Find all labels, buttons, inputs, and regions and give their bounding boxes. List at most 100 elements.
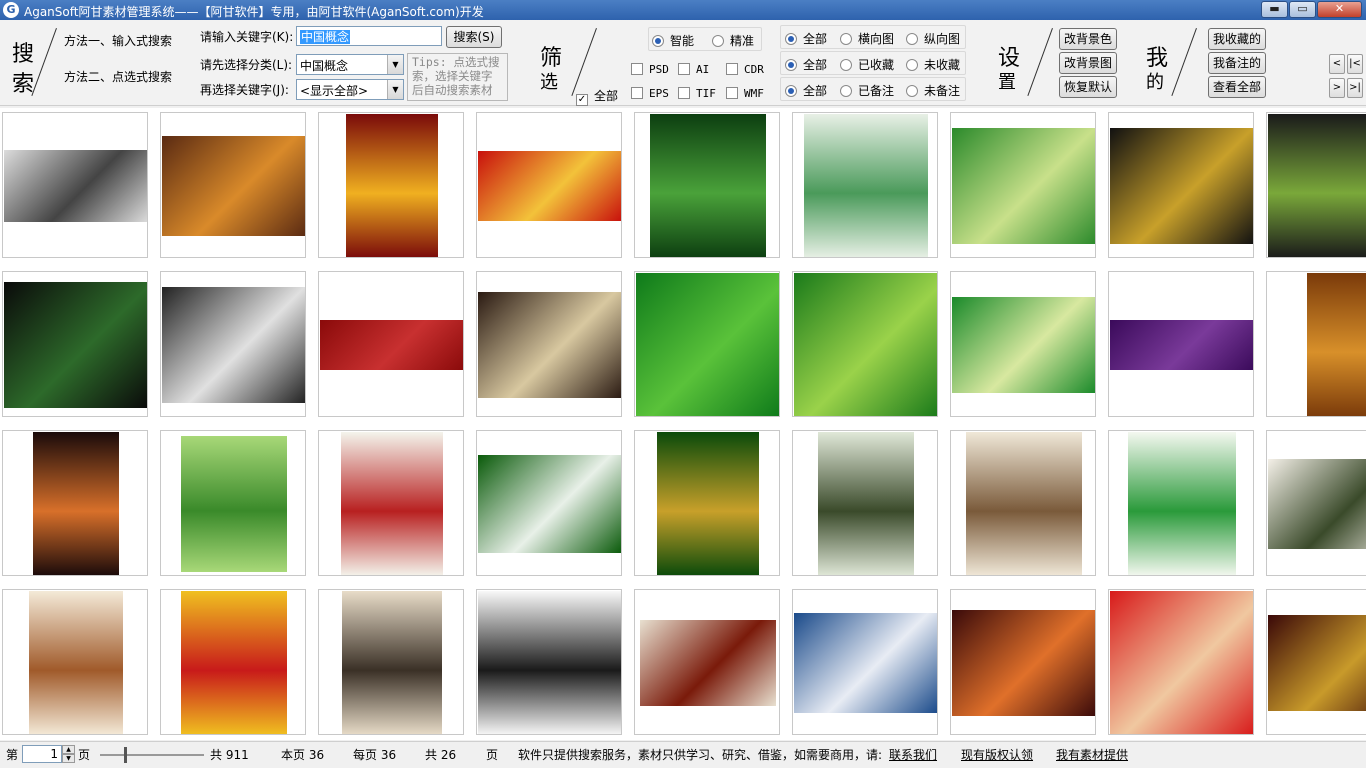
title-bar[interactable]: G AganSoft阿甘素材管理系统——【阿甘软件】专用，由阿甘软件(AganS… [0, 0, 1366, 20]
thumbnail-cell[interactable] [476, 271, 622, 417]
thumbnail-cell[interactable] [792, 430, 938, 576]
maximize-button[interactable]: ▭ [1289, 1, 1316, 18]
thumbnail-image-purple-strip [1110, 320, 1253, 370]
submit-material-link[interactable]: 我有素材提供 [1056, 746, 1128, 763]
first-page-button[interactable]: |< [1347, 54, 1363, 74]
thumbnail-cell[interactable] [1108, 112, 1254, 258]
thumbnail-cell[interactable] [1108, 589, 1254, 735]
orientation-all-radio[interactable]: 全部 [785, 30, 827, 47]
thumbnail-cell[interactable] [318, 589, 464, 735]
thumbnail-cell[interactable] [476, 112, 622, 258]
chevron-down-icon[interactable]: ▼ [387, 55, 403, 74]
change-bg-color-button[interactable]: 改背景色 [1059, 28, 1117, 50]
zoom-slider[interactable] [100, 754, 204, 756]
thumbnail-cell[interactable] [634, 271, 780, 417]
prev-page-button[interactable]: < [1329, 54, 1345, 74]
mode-exact-radio[interactable]: 精准 [712, 32, 754, 49]
radio-indicator [785, 33, 797, 45]
thumbnail-cell[interactable] [950, 271, 1096, 417]
format-wmf-checkbox[interactable]: WMF [726, 87, 764, 100]
thumbnail-cell[interactable] [160, 271, 306, 417]
thumbnail-cell[interactable] [792, 589, 938, 735]
thumbnail-image-green-board [1128, 432, 1236, 575]
format-ai-checkbox[interactable]: AI [678, 63, 709, 76]
thumbnail-cell[interactable] [1108, 271, 1254, 417]
thumbnail-image-red-strip [320, 320, 463, 370]
thumbnail-image-black-box [4, 282, 147, 408]
thumbnail-image-dark-menu [478, 292, 621, 398]
search-divider [31, 28, 57, 96]
spin-up-icon[interactable]: ▲ [62, 745, 75, 754]
mode-smart-radio[interactable]: 智能 [652, 32, 694, 49]
thumbnail-image-red-sky [952, 610, 1095, 716]
thumbnail-cell[interactable] [1266, 112, 1366, 258]
minimize-button[interactable]: ▬ [1261, 1, 1288, 18]
checkbox-box [726, 87, 738, 99]
thumbnail-cell[interactable] [792, 271, 938, 417]
thumbnail-cell[interactable] [2, 589, 148, 735]
thumbnail-cell[interactable] [634, 112, 780, 258]
thumbnail-cell[interactable] [634, 430, 780, 576]
format-cdr-checkbox[interactable]: CDR [726, 63, 764, 76]
thumbnail-cell[interactable] [1108, 430, 1254, 576]
thumbnail-cell[interactable] [160, 589, 306, 735]
thumbnail-cell[interactable] [476, 430, 622, 576]
spin-down-icon[interactable]: ▼ [62, 754, 75, 763]
thumbnail-image-gold-box [1110, 128, 1253, 244]
favorite-all-radio[interactable]: 全部 [785, 56, 827, 73]
my-favorites-button[interactable]: 我收藏的 [1208, 28, 1266, 50]
thumbnail-cell[interactable] [1266, 589, 1366, 735]
note-no-radio[interactable]: 未备注 [906, 82, 960, 99]
format-tif-checkbox[interactable]: TIF [678, 87, 716, 100]
format-all-checkbox[interactable]: ✓ 全部 [576, 87, 618, 106]
orientation-horizontal-radio[interactable]: 横向图 [840, 30, 894, 47]
format-psd-checkbox[interactable]: PSD [631, 63, 669, 76]
next-page-button[interactable]: > [1329, 78, 1345, 98]
close-button[interactable]: ✕ [1317, 1, 1362, 18]
note-yes-radio[interactable]: 已备注 [840, 82, 894, 99]
thumbnail-image-roof-tea [1268, 459, 1366, 549]
note-all-radio[interactable]: 全部 [785, 82, 827, 99]
favorite-yes-radio[interactable]: 已收藏 [840, 56, 894, 73]
thumbnail-cell[interactable] [318, 271, 464, 417]
zoom-slider-handle[interactable] [124, 747, 127, 763]
category-select[interactable]: 中国概念 ▼ [296, 54, 404, 75]
thumbnail-image-dark-red-roof [1268, 615, 1366, 711]
copyright-claim-link[interactable]: 现有版权认领 [961, 746, 1033, 763]
chevron-down-icon[interactable]: ▼ [387, 80, 403, 99]
thumbnail-cell[interactable] [318, 430, 464, 576]
format-eps-label: EPS [649, 87, 669, 100]
page-number-input[interactable]: 1 [22, 745, 62, 763]
window-title: AganSoft阿甘素材管理系统——【阿甘软件】专用，由阿甘软件(AganSof… [24, 5, 484, 19]
restore-default-button[interactable]: 恢复默认 [1059, 76, 1117, 98]
last-page-button[interactable]: >| [1347, 78, 1363, 98]
thumbnail-cell[interactable] [2, 112, 148, 258]
thumbnail-cell[interactable] [634, 589, 780, 735]
search-button[interactable]: 搜索(S) [446, 26, 502, 48]
thumbnail-cell[interactable] [1266, 430, 1366, 576]
thumbnail-cell[interactable] [160, 112, 306, 258]
view-all-button[interactable]: 查看全部 [1208, 76, 1266, 98]
thumbnail-image-package-design [162, 287, 305, 403]
checkbox-box [678, 63, 690, 75]
keyword-label: 请输入关键字(K): [200, 30, 294, 44]
contact-us-link[interactable]: 联系我们 [889, 746, 937, 763]
change-bg-image-button[interactable]: 改背景图 [1059, 52, 1117, 74]
keyword-input[interactable]: 中国概念 [296, 26, 442, 46]
favorite-no-radio[interactable]: 未收藏 [906, 56, 960, 73]
thumbnail-cell[interactable] [2, 430, 148, 576]
subkey-select[interactable]: <显示全部> ▼ [296, 79, 404, 100]
my-noted-button[interactable]: 我备注的 [1208, 52, 1266, 74]
thumbnail-cell[interactable] [792, 112, 938, 258]
thumbnail-cell[interactable] [160, 430, 306, 576]
subkey-label: 再选择关键字(J): [200, 83, 289, 97]
format-eps-checkbox[interactable]: EPS [631, 87, 669, 100]
thumbnail-cell[interactable] [950, 430, 1096, 576]
thumbnail-cell[interactable] [318, 112, 464, 258]
thumbnail-cell[interactable] [950, 589, 1096, 735]
orientation-vertical-radio[interactable]: 纵向图 [906, 30, 960, 47]
thumbnail-cell[interactable] [476, 589, 622, 735]
thumbnail-cell[interactable] [950, 112, 1096, 258]
thumbnail-cell[interactable] [2, 271, 148, 417]
thumbnail-cell[interactable] [1266, 271, 1366, 417]
